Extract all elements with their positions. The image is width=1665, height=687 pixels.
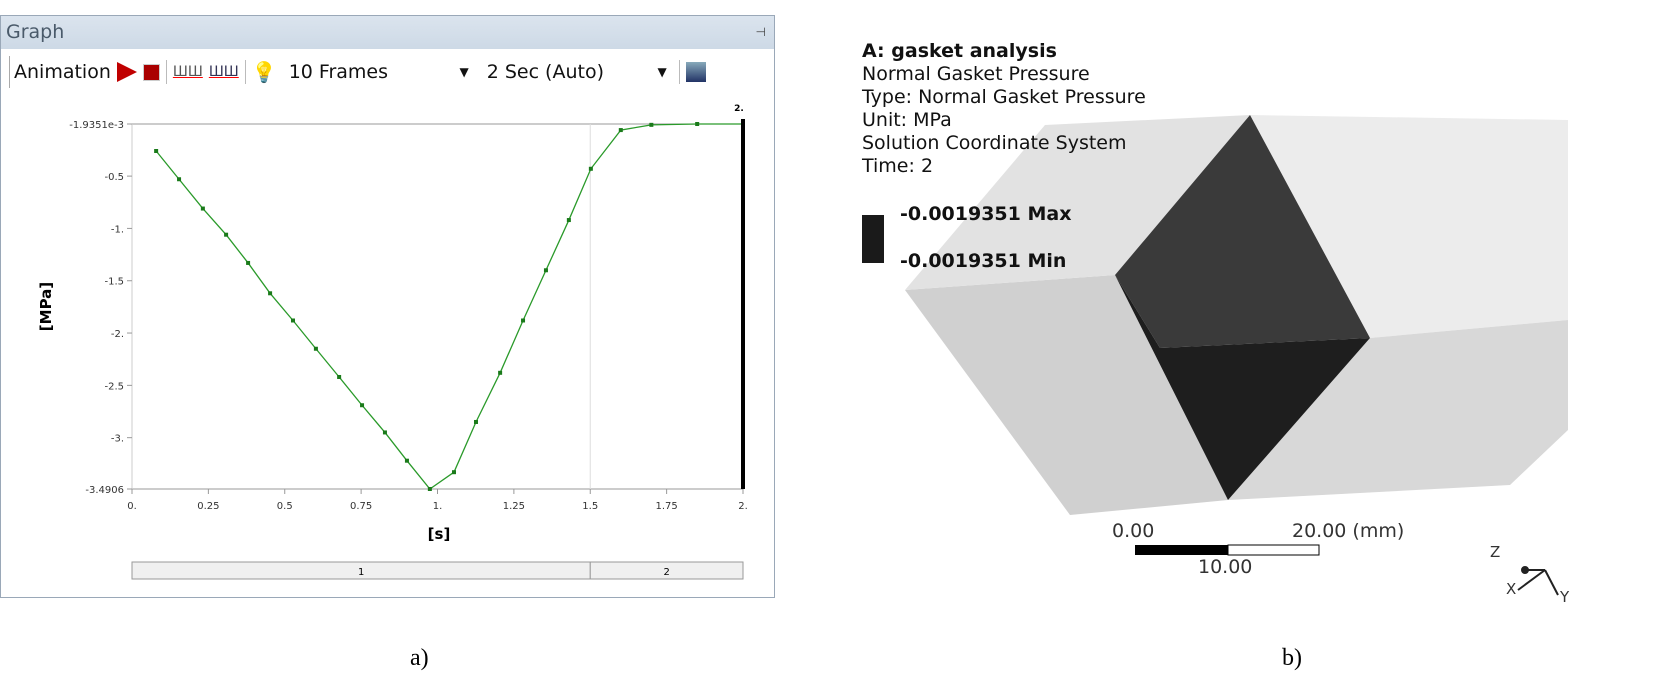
scale-bar-black: [1135, 545, 1228, 555]
scale-bar-white: [1227, 544, 1320, 556]
axis-triad: [1517, 566, 1559, 596]
scale-start: 0.00: [1112, 520, 1155, 542]
axis-x-label: X: [1506, 580, 1517, 598]
legend-line: Type: Normal Gasket Pressure: [862, 86, 1146, 108]
axis-y-label: Y: [1560, 588, 1570, 606]
gasket-3d-view[interactable]: [0, 0, 1665, 687]
legend-line: Unit: MPa: [862, 109, 952, 131]
legend-line: Solution Coordinate System: [862, 132, 1127, 154]
result-legend: A: gasket analysis Normal Gasket Pressur…: [862, 40, 1146, 178]
legend-line: Normal Gasket Pressure: [862, 63, 1090, 85]
analysis-title: A: gasket analysis: [862, 40, 1057, 62]
axis-z-label: Z: [1490, 543, 1501, 561]
caption-b: b): [1282, 645, 1302, 671]
max-label: -0.0019351 Max: [900, 203, 1072, 225]
min-label: -0.0019351 Min: [900, 250, 1067, 272]
color-legend-swatch: [862, 215, 884, 263]
scale-end: 20.00 (mm): [1292, 520, 1405, 542]
scale-mid: 10.00: [1198, 556, 1253, 578]
legend-line: Time: 2: [862, 155, 934, 177]
